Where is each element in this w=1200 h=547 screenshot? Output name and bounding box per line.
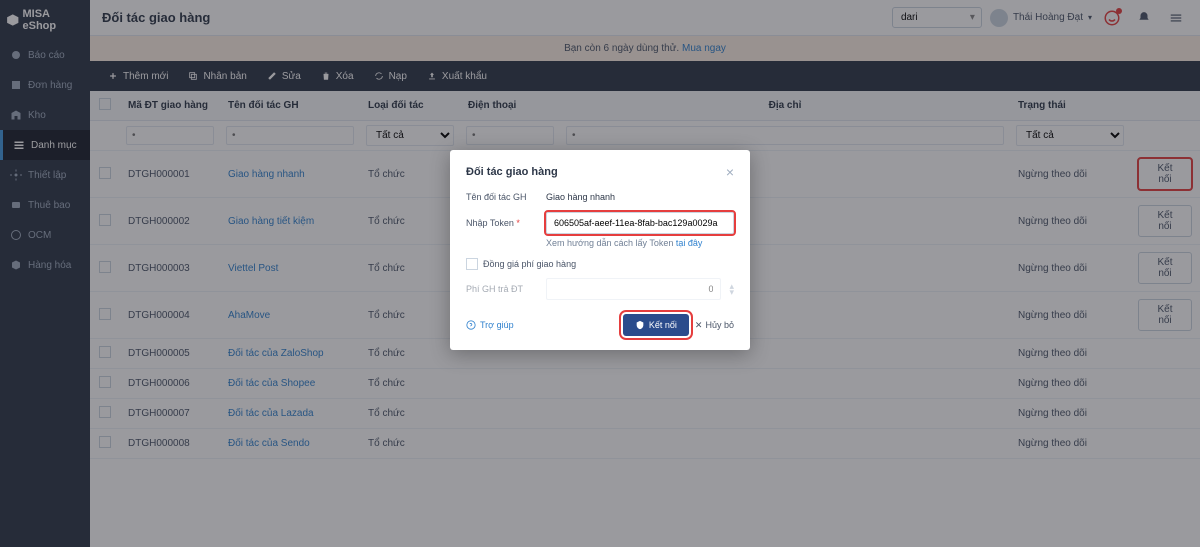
close-icon[interactable]: × — [726, 164, 734, 180]
modal-overlay: Đối tác giao hàng × Tên đối tác GH Giao … — [0, 0, 1200, 547]
flat-fee-label: Đồng giá phí giao hàng — [483, 259, 576, 269]
fee-label: Phí GH trả ĐT — [466, 284, 538, 294]
token-label: Nhập Token * — [466, 218, 538, 228]
help-link[interactable]: Trợ giúp — [466, 320, 514, 330]
token-guide-link[interactable]: tại đây — [676, 238, 703, 248]
fee-input[interactable] — [546, 278, 721, 300]
partner-name-label: Tên đối tác GH — [466, 192, 538, 202]
token-hint: Xem hướng dẫn cách lấy Token tại đây — [546, 238, 734, 248]
modal-title: Đối tác giao hàng — [466, 166, 558, 178]
cancel-button[interactable]: ✕ Hủy bỏ — [695, 320, 734, 331]
connect-button[interactable]: Kết nối — [623, 314, 689, 336]
flat-fee-checkbox[interactable] — [466, 258, 478, 270]
partner-name-value: Giao hàng nhanh — [546, 192, 734, 202]
partner-modal: Đối tác giao hàng × Tên đối tác GH Giao … — [450, 150, 750, 350]
token-input[interactable] — [546, 212, 734, 234]
